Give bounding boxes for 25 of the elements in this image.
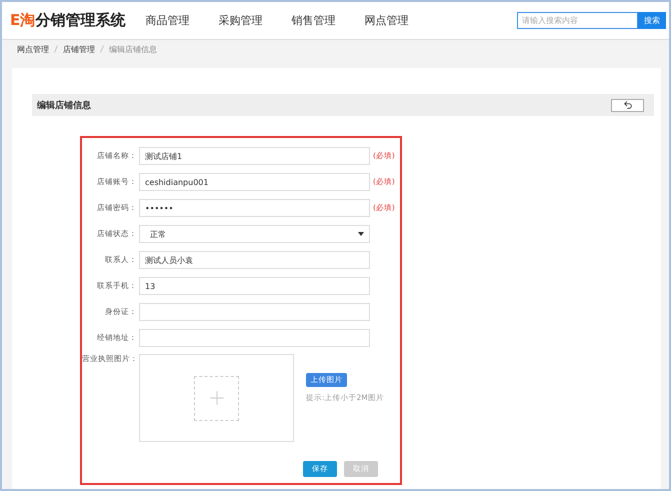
input-field[interactable]: ceshidianpu001 [139, 173, 370, 191]
breadcrumb-link[interactable]: 网点管理 [17, 44, 49, 54]
input-field[interactable] [139, 329, 370, 347]
caret-icon [358, 232, 364, 236]
input-field[interactable]: 测试店铺1 [139, 147, 370, 165]
search-field[interactable]: 请输入搜索内容 [517, 12, 638, 29]
undo-icon [622, 100, 632, 110]
image-upload-area[interactable] [139, 354, 294, 442]
separator-icon [100, 45, 104, 53]
input-field[interactable] [139, 303, 370, 321]
search-button[interactable]: 搜索 [638, 12, 666, 29]
input-field[interactable]: 13 [139, 277, 370, 295]
add-image-icon [194, 376, 239, 420]
app-logo: E淘分销管理系统 [10, 11, 126, 30]
back-button[interactable] [611, 98, 644, 112]
nav-item[interactable]: 商品管理 [145, 13, 218, 28]
panel-title: 编辑店铺信息 [37, 99, 91, 112]
input-field[interactable]: 测试人员小袁 [139, 251, 370, 269]
select-field[interactable]: 正常 [139, 225, 370, 243]
nav-item[interactable]: 采购管理 [218, 13, 292, 28]
input-field[interactable]: •••••• [139, 199, 370, 217]
nav-item[interactable]: 网点管理 [364, 13, 438, 28]
breadcrumb-link[interactable]: 店铺管理 [63, 44, 95, 54]
separator-icon [54, 45, 58, 53]
nav-item[interactable]: 销售管理 [291, 13, 364, 28]
